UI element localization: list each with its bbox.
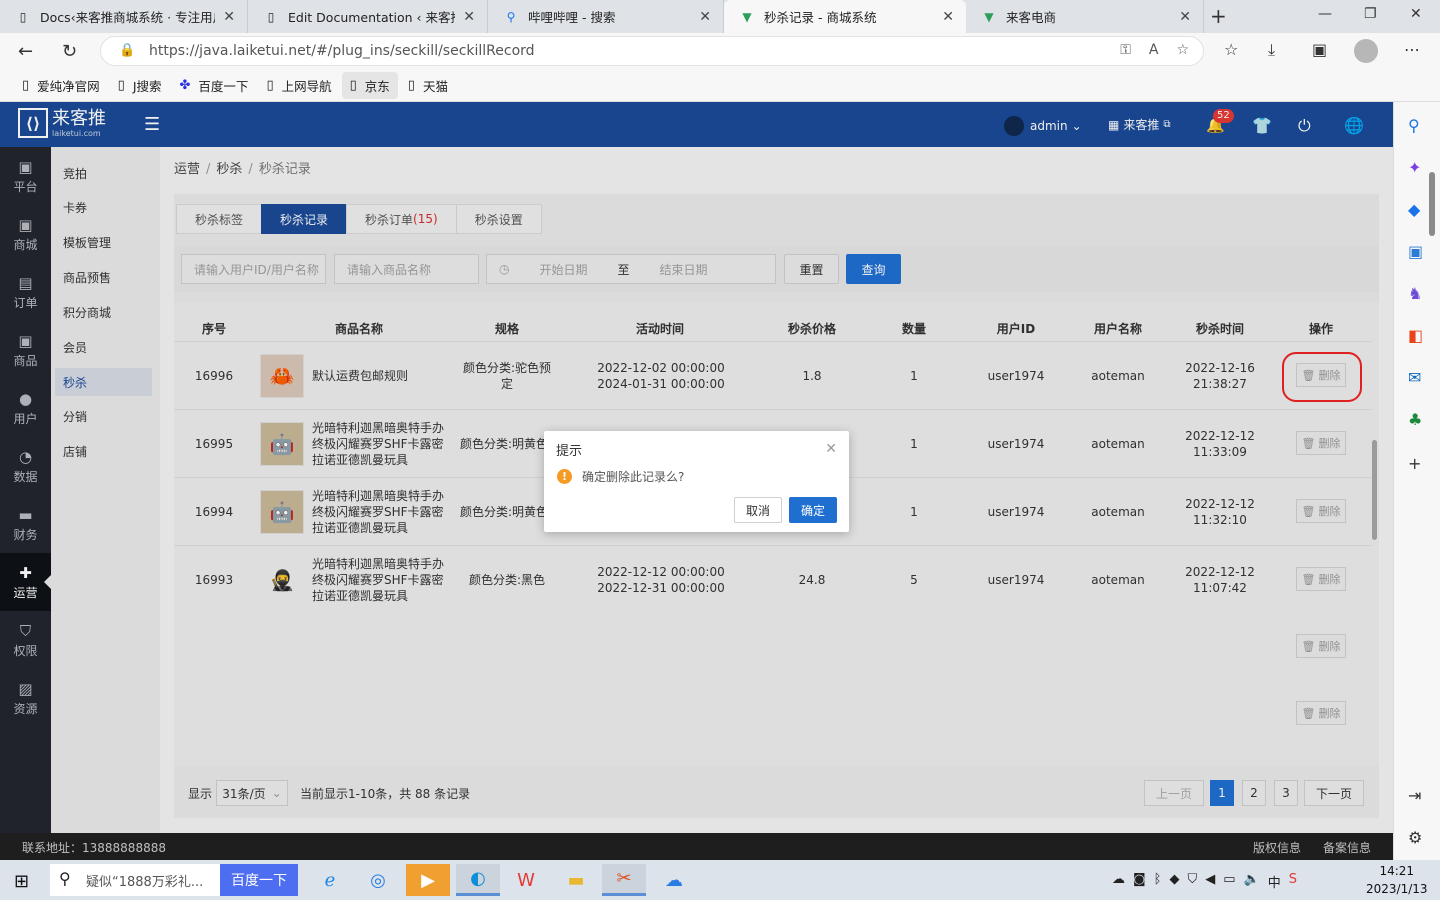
confirm-button[interactable]: 确定 [789,497,837,523]
browser-tab-5[interactable]: ▼ 来客电商 ✕ [966,0,1204,33]
copilot-icon[interactable]: ✦ [1408,158,1421,177]
bookmark-item[interactable]: ▯ J搜索 [110,72,170,99]
page-icon: ▯ [22,77,30,93]
volume-icon[interactable]: 🔈 [1244,872,1260,891]
search-icon: ⚲ [59,869,71,888]
browser-tab-3[interactable]: ⚲ 哔哩哔哩 - 搜索 ✕ [488,0,724,33]
outlook-icon[interactable]: ✉ [1408,368,1421,387]
windows-taskbar: ⊞ ⚲ 疑似“1888万彩礼... 百度一下 ℯ ◎ ▶ ◐ W ▬ ✂ ☁ ☁… [0,860,1440,900]
confirm-dialog: 提示 ✕ ! 确定删除此记录么? 取消 确定 [544,431,849,532]
qq-browser-icon[interactable]: ◎ [356,864,400,896]
close-icon[interactable]: ✕ [942,9,954,25]
lock-icon: 🔒 [119,43,136,58]
wps-icon[interactable]: W [504,864,548,896]
folder-icon[interactable]: ▬ [554,864,598,896]
close-icon[interactable]: ✕ [825,441,837,457]
bookmark-item[interactable]: ▯ 天猫 [400,72,456,99]
search-icon: ⚲ [506,9,516,24]
refresh-icon[interactable]: ↻ [62,41,77,62]
ie-icon[interactable]: ℯ [308,864,352,896]
close-icon[interactable]: ✕ [1179,9,1191,25]
browser-tab-2[interactable]: ▯ Edit Documentation ‹ 来客推商城 ✕ [248,0,488,33]
page-icon: ▯ [117,77,125,93]
sogou-icon[interactable]: S [1289,872,1297,891]
tools-icon[interactable]: ▣ [1408,242,1423,261]
page-icon: ▯ [407,77,415,93]
search-icon[interactable]: ⚲ [1408,116,1420,135]
vue-icon: ▼ [984,9,994,24]
collections-icon[interactable]: ▣ [1312,40,1327,59]
profile-avatar[interactable] [1354,39,1378,63]
dialog-message: 确定删除此记录么? [582,470,685,484]
ime-indicator[interactable]: 中 [1268,872,1281,891]
read-aloud-icon[interactable]: A [1149,42,1159,58]
system-tray: ☁ ◙ ᛒ ◆ ⛉ ◀ ▭ 🔈 中 S [1112,872,1297,891]
nvidia-icon[interactable]: ◆ [1169,872,1179,891]
page-scrollbar[interactable] [1429,172,1435,236]
more-icon[interactable]: ⋯ [1404,40,1420,59]
cancel-button[interactable]: 取消 [734,497,782,523]
vue-icon: ▼ [742,9,752,24]
system-clock[interactable]: 14:21 2023/1/13 [1366,862,1428,898]
office-icon[interactable]: ◧ [1408,326,1423,345]
speaker-mute-icon[interactable]: ◀ [1205,872,1215,891]
warning-icon: ! [557,469,572,484]
favorite-add-icon[interactable]: ☆ [1176,42,1189,58]
tree-icon[interactable]: ♣ [1408,410,1422,429]
snipaste-icon[interactable]: ✂ [602,864,646,896]
app-tray-icon[interactable]: ◙ [1133,872,1146,891]
minimize-icon[interactable]: — [1318,6,1332,22]
windows-start-icon[interactable]: ⊞ [14,871,29,892]
edge-icon[interactable]: ◐ [456,864,500,896]
cloud-icon[interactable]: ☁ [652,864,696,896]
add-icon[interactable]: + [1408,454,1421,473]
games-icon[interactable]: ♞ [1408,284,1422,303]
doc-icon: ▯ [267,9,275,24]
shopping-tag-icon[interactable]: ◆ [1408,200,1420,219]
sidebar-panel-icon[interactable]: ⇥ [1408,786,1421,805]
bookmarks-bar: ▯ 爱纯净官网 ▯ J搜索 ✤ 百度一下 ▯ 上网导航 ▯ 京东 ▯ 天猫 [0,69,1440,102]
back-icon[interactable]: ← [18,41,33,62]
bookmark-item[interactable]: ✤ 百度一下 [172,72,257,99]
download-icon[interactable]: ⤓ [1268,40,1275,60]
restore-icon[interactable]: ❐ [1364,6,1377,22]
defender-icon[interactable]: ⛉ [1187,872,1197,891]
browser-tabbar: ▯ Docs‹来客推商城系统 · 专注用户 ✕ ▯ Edit Documenta… [0,0,1440,33]
annotation-circle [1282,352,1362,402]
onedrive-icon[interactable]: ☁ [1112,872,1125,891]
close-icon[interactable]: ✕ [463,9,475,25]
page-icon: ▯ [266,77,274,93]
browser-tab-4[interactable]: ▼ 秒杀记录 - 商城系统 ✕ [724,0,966,33]
close-icon[interactable]: ✕ [223,9,235,25]
bookmark-item[interactable]: ▯ 京东 [341,71,398,99]
doc-icon: ▯ [19,9,27,24]
taskbar-search-input[interactable]: ⚲ 疑似“1888万彩礼... [50,864,220,896]
key-icon[interactable]: ⚿ [1120,42,1131,58]
bookmark-item[interactable]: ▯ 上网导航 [258,72,339,99]
baidu-search-button[interactable]: 百度一下 [220,864,298,896]
new-tab-icon[interactable]: + [1210,4,1227,28]
gear-icon[interactable]: ⚙ [1408,828,1422,847]
network-icon[interactable]: ▭ [1223,872,1235,891]
baidu-paw-icon: ✤ [179,77,191,93]
url-input[interactable]: 🔒 https://java.laiketui.net/#/plug_ins/s… [100,36,1204,66]
browser-tab-1[interactable]: ▯ Docs‹来客推商城系统 · 专注用户 ✕ [0,0,248,33]
bluetooth-icon[interactable]: ᛒ [1154,872,1162,891]
bookmark-item[interactable]: ▯ 爱纯净官网 [14,72,108,99]
window-close-icon[interactable]: ✕ [1410,6,1422,22]
address-bar: ← ↻ 🔒 https://java.laiketui.net/#/plug_i… [0,33,1440,69]
favorites-icon[interactable]: ☆ [1224,40,1238,59]
dialog-title: 提示 [556,444,583,459]
feishu-icon[interactable]: ▶ [406,864,450,896]
page-icon: ▯ [349,77,357,93]
close-icon[interactable]: ✕ [699,9,711,25]
